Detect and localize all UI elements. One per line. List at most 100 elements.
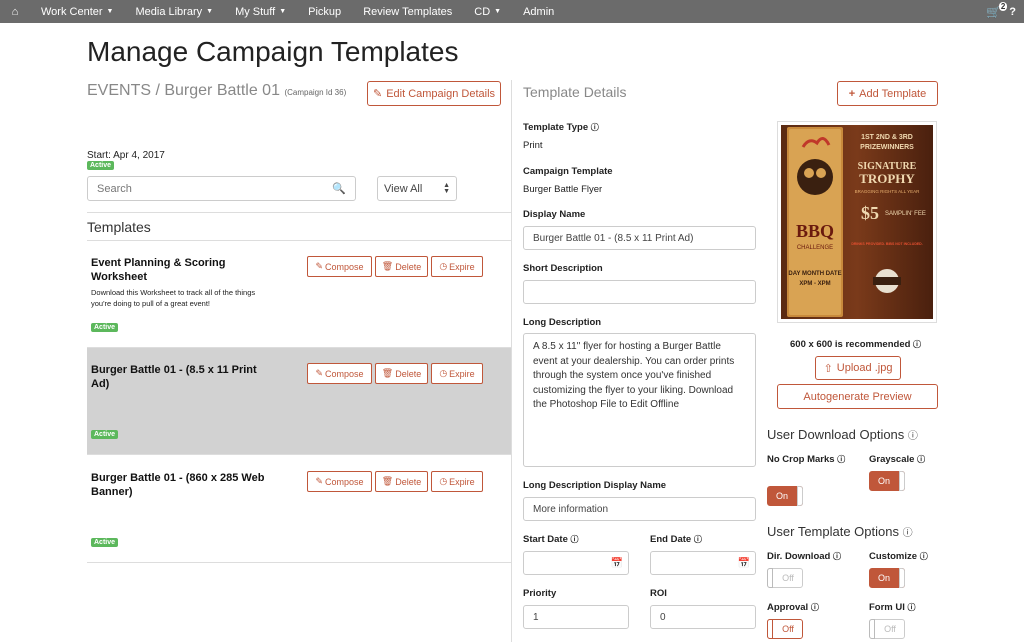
- top-navbar: ⌂ Work Center ▼ Media Library ▼ My Stuff ▼ …: [0, 0, 1024, 23]
- nav-item-label: Review Templates: [363, 5, 453, 18]
- template-details-heading: Template Details: [523, 84, 627, 100]
- expire-button[interactable]: ◷ Expire: [431, 363, 483, 384]
- toggle-state: On: [877, 573, 890, 583]
- user-template-options-heading: User Template Options ⓘ: [767, 524, 913, 539]
- info-icon[interactable]: ⓘ: [903, 528, 913, 539]
- no-crop-marks-toggle[interactable]: On: [767, 486, 803, 506]
- delete-label: Delete: [395, 476, 422, 487]
- info-icon[interactable]: ⓘ: [908, 603, 916, 612]
- upload-label: Upload .jpg: [836, 362, 893, 374]
- delete-button[interactable]: 🗑 Delete: [375, 363, 428, 384]
- nav-item-my-stuff[interactable]: My Stuff ▼: [224, 0, 297, 23]
- cart-count-badge: 2: [998, 1, 1008, 11]
- info-icon[interactable]: ⓘ: [591, 123, 599, 132]
- calendar-icon[interactable]: 📅: [738, 558, 750, 569]
- templates-heading: Templates: [87, 219, 151, 235]
- info-icon[interactable]: ⓘ: [917, 455, 925, 464]
- flyer-text: DAY MONTH DATE: [788, 271, 841, 277]
- info-icon[interactable]: ⓘ: [571, 535, 579, 544]
- add-template-button[interactable]: + Add Template: [837, 81, 938, 106]
- info-icon[interactable]: ⓘ: [908, 431, 918, 442]
- expire-label: Expire: [449, 368, 475, 379]
- campaign-id: (Campaign Id 36): [284, 88, 347, 97]
- compose-label: Compose: [325, 261, 364, 272]
- display-name-input[interactable]: Burger Battle 01 - (8.5 x 11 Print Ad): [523, 226, 756, 250]
- template-row[interactable]: Burger Battle 01 - (860 x 285 Web Banner…: [87, 456, 511, 563]
- flyer-text: BRAGGING RIGHTS ALL YEAR: [855, 189, 921, 194]
- long-description-display-input[interactable]: More information: [523, 497, 756, 521]
- help-icon[interactable]: ?: [1009, 6, 1016, 18]
- info-icon[interactable]: ⓘ: [913, 340, 921, 349]
- campaign-heading: EVENTS / Burger Battle 01 (Campaign Id 3…: [87, 82, 346, 100]
- template-title: Event Planning & Scoring Worksheet: [91, 257, 226, 283]
- compose-button[interactable]: ✎ Compose: [307, 471, 372, 492]
- divider: [87, 212, 511, 213]
- grayscale-toggle[interactable]: On: [869, 471, 905, 491]
- toggle-knob: [767, 568, 773, 588]
- select-arrows-icon: ▲ ▼: [443, 181, 450, 195]
- nav-item-cd[interactable]: CD ▼: [463, 0, 512, 23]
- toggle-state: On: [877, 476, 890, 486]
- toggle-state: Off: [782, 624, 794, 634]
- nav-item-work-center[interactable]: Work Center ▼: [30, 0, 124, 23]
- dir-download-toggle[interactable]: Off: [767, 568, 803, 588]
- cart-icon[interactable]: 🛒 2: [986, 1, 1008, 19]
- customize-toggle[interactable]: On: [869, 568, 905, 588]
- nav-item-label: Pickup: [308, 5, 342, 18]
- nav-item-label: Work Center: [41, 5, 103, 18]
- toggle-state: On: [775, 491, 788, 501]
- search-icon[interactable]: 🔍: [332, 182, 346, 195]
- long-description-textarea[interactable]: A 8.5 x 11" flyer for hosting a Burger B…: [523, 333, 756, 467]
- status-badge: Active: [91, 430, 119, 439]
- calendar-icon[interactable]: 📅: [611, 558, 623, 569]
- form-ui-label: Form UI ⓘ: [869, 602, 916, 613]
- info-icon[interactable]: ⓘ: [837, 455, 845, 464]
- start-date-input[interactable]: 📅: [523, 551, 629, 575]
- compose-button[interactable]: ✎ Compose: [307, 256, 372, 277]
- flyer-text: BBQ: [796, 221, 834, 241]
- compose-button[interactable]: ✎ Compose: [307, 363, 372, 384]
- approval-toggle[interactable]: Off: [767, 619, 803, 639]
- info-icon[interactable]: ⓘ: [833, 552, 841, 561]
- end-date-input[interactable]: 📅: [650, 551, 756, 575]
- search-placeholder: Search: [97, 182, 132, 195]
- roi-label: ROI: [650, 588, 667, 599]
- campaign-start: Start: Apr 4, 2017 Active: [87, 150, 165, 172]
- template-row[interactable]: Burger Battle 01 - (8.5 x 11 Print Ad) A…: [87, 348, 511, 455]
- flyer-text: DRINKS PROVIDED. BIBS NOT INCLUDED.: [851, 242, 922, 246]
- template-row[interactable]: Event Planning & Scoring Worksheet Downl…: [87, 241, 511, 348]
- delete-button[interactable]: 🗑 Delete: [375, 471, 428, 492]
- info-icon[interactable]: ⓘ: [811, 603, 819, 612]
- form-ui-toggle[interactable]: Off: [869, 619, 905, 639]
- nav-item-pickup[interactable]: Pickup: [297, 0, 352, 23]
- nav-item-admin[interactable]: Admin: [512, 0, 565, 23]
- toggle-knob: [797, 486, 803, 506]
- home-icon[interactable]: ⌂: [0, 6, 30, 18]
- upload-jpg-button[interactable]: ⇧ Upload .jpg: [815, 356, 901, 380]
- template-title: Burger Battle 01 - (860 x 285 Web Banner…: [91, 472, 265, 498]
- end-date-label: End Date ⓘ: [650, 534, 702, 545]
- trash-icon: 🗑: [381, 368, 394, 378]
- nav-item-media-library[interactable]: Media Library ▼: [124, 0, 224, 23]
- flyer-thumbnail: BBQ CHALLENGE DAY MONTH DATE XPM - XPM 1…: [781, 125, 933, 319]
- approval-label: Approval ⓘ: [767, 602, 819, 613]
- info-icon[interactable]: ⓘ: [694, 535, 702, 544]
- short-description-input[interactable]: [523, 280, 756, 304]
- expire-button[interactable]: ◷ Expire: [431, 256, 483, 277]
- roi-input[interactable]: 0: [650, 605, 756, 629]
- caret-down-icon: ▼: [494, 8, 502, 15]
- edit-campaign-button[interactable]: ✎ Edit Campaign Details: [367, 81, 501, 106]
- toggle-state: Off: [782, 573, 794, 583]
- search-input[interactable]: Search 🔍: [87, 176, 356, 201]
- autogenerate-preview-button[interactable]: Autogenerate Preview: [777, 384, 938, 409]
- priority-input[interactable]: 1: [523, 605, 629, 629]
- nav-item-review-templates[interactable]: Review Templates: [352, 0, 463, 23]
- label-text: Template Type: [523, 122, 589, 133]
- flyer-text: CHALLENGE: [797, 245, 833, 251]
- info-icon[interactable]: ⓘ: [920, 552, 928, 561]
- nav-item-label: Media Library: [135, 5, 203, 18]
- expire-button[interactable]: ◷ Expire: [431, 471, 483, 492]
- view-filter-select[interactable]: View All ▲ ▼: [377, 176, 457, 201]
- flyer-text: XPM - XPM: [799, 281, 830, 287]
- delete-button[interactable]: 🗑 Delete: [375, 256, 428, 277]
